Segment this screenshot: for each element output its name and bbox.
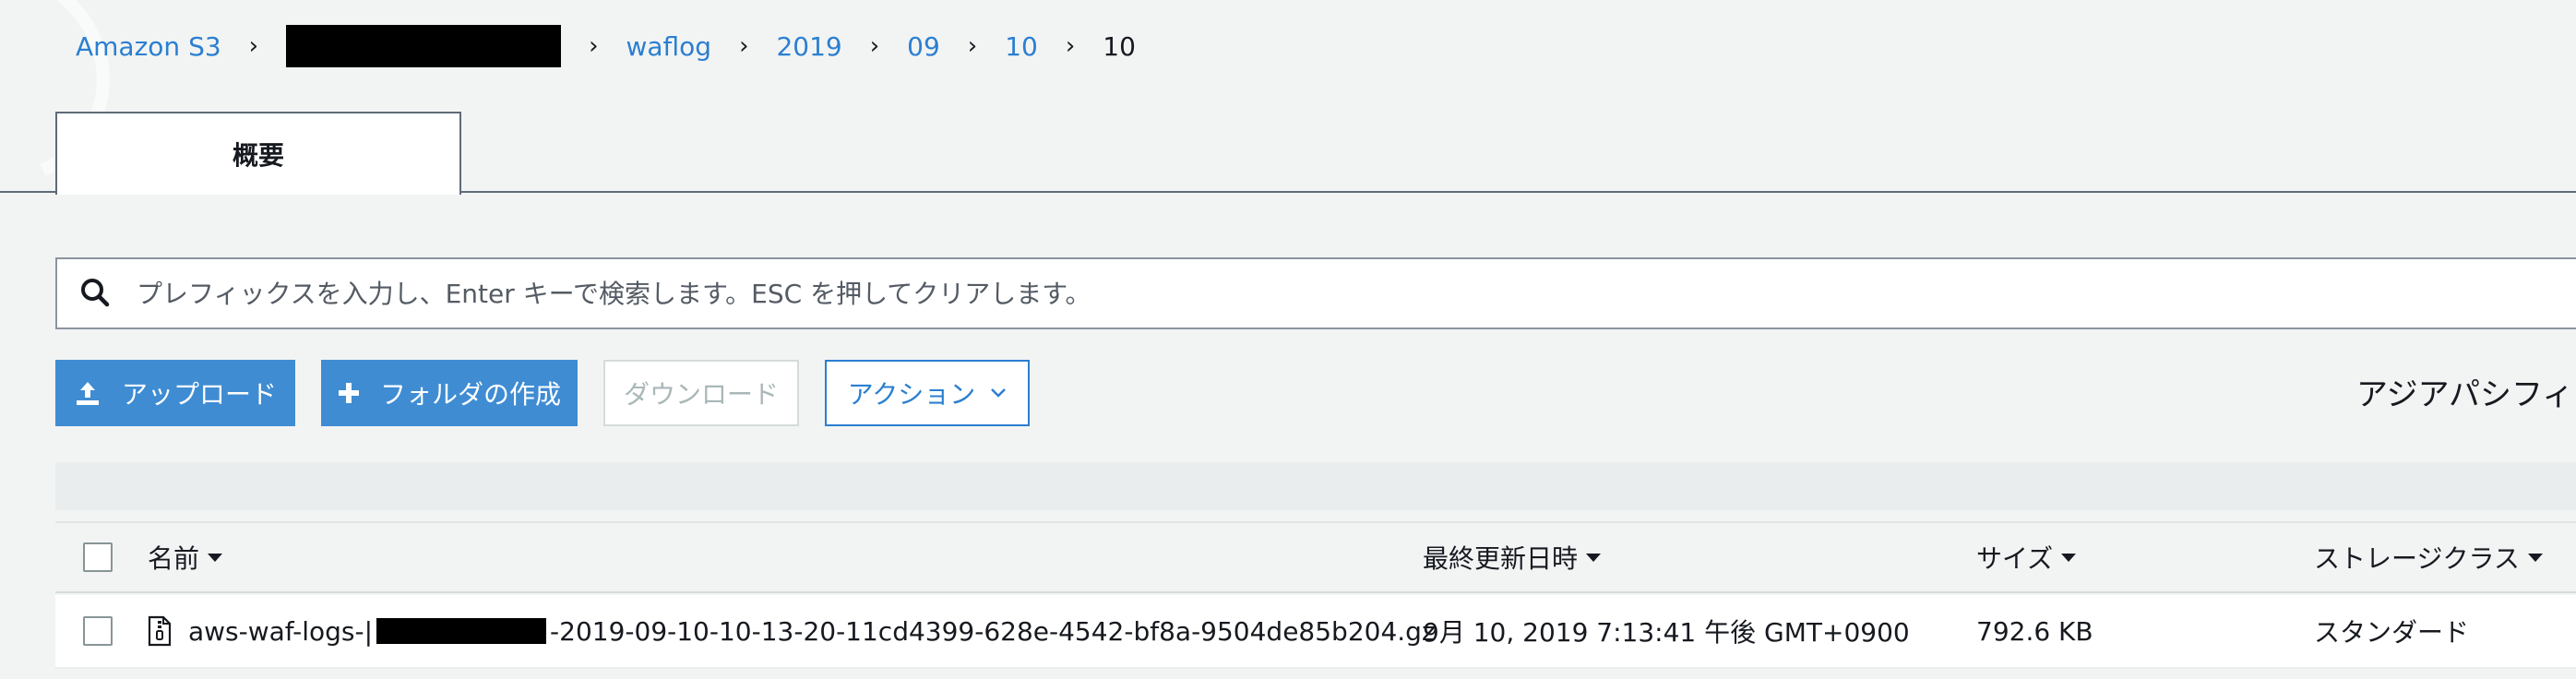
breadcrumb-link-year[interactable]: 2019 <box>776 31 841 62</box>
upload-button-label: アップロード <box>121 379 277 410</box>
cell-name: aws-waf-logs-| -2019-09-10-10-13-20-11cd… <box>148 615 1436 647</box>
sort-caret-icon[interactable] <box>1585 552 1602 563</box>
breadcrumb-link-waflog[interactable]: waflog <box>626 31 711 62</box>
cell-last-modified: 9月 10, 2019 7:13:41 午後 GMT+0900 <box>1423 617 1910 648</box>
chevron-right-icon: › <box>869 32 880 60</box>
search-box <box>55 257 2576 329</box>
column-header-last-modified-label: 最終更新日時 <box>1423 543 1579 574</box>
column-header-last-modified[interactable]: 最終更新日時 <box>1423 539 1602 576</box>
region-label: アジアパシフィ <box>2356 376 2574 413</box>
chevron-right-icon: › <box>589 32 599 60</box>
column-header-storage-class-label: ストレージクラス <box>2314 543 2520 574</box>
actions-button-label: アクション <box>847 379 976 410</box>
plus-icon <box>338 382 360 404</box>
actions-dropdown-button[interactable]: アクション <box>825 360 1030 426</box>
file-name-prefix: aws-waf-logs-| <box>188 615 374 647</box>
breadcrumb: Amazon S3 › › waflog › 2019 › 09 › 10 › … <box>76 22 1136 70</box>
chevron-right-icon: › <box>967 32 978 60</box>
breadcrumb-link-day[interactable]: 10 <box>1005 31 1038 62</box>
create-folder-button[interactable]: フォルダの作成 <box>321 360 578 426</box>
search-icon <box>79 277 113 310</box>
column-header-name[interactable]: 名前 <box>148 539 223 576</box>
search-input[interactable] <box>137 278 2576 309</box>
sort-caret-icon[interactable] <box>2527 552 2544 563</box>
upload-icon <box>74 379 101 407</box>
upload-button[interactable]: アップロード <box>55 360 295 426</box>
column-header-name-label: 名前 <box>148 543 200 574</box>
redacted-bucket-name[interactable] <box>286 25 562 67</box>
cell-storage-class: スタンダード <box>2314 617 2470 648</box>
zip-file-icon <box>148 615 172 647</box>
chevron-right-icon: › <box>1065 32 1076 60</box>
file-name-link[interactable]: aws-waf-logs-| -2019-09-10-10-13-20-11cd… <box>188 616 1436 647</box>
chevron-right-icon: › <box>739 32 749 60</box>
breadcrumb-current: 10 <box>1103 30 1136 62</box>
table-info-strip <box>55 462 2576 510</box>
chevron-down-icon <box>990 387 1007 399</box>
table-header: 名前 最終更新日時 サイズ ストレージクラス <box>55 521 2576 593</box>
select-all-checkbox[interactable] <box>83 542 113 572</box>
sort-caret-icon[interactable] <box>207 552 223 563</box>
column-header-size[interactable]: サイズ <box>1976 539 2077 576</box>
redacted-name-segment <box>376 618 547 644</box>
tab-overview[interactable]: 概要 <box>55 112 461 195</box>
download-button-label: ダウンロード <box>623 379 779 410</box>
sort-caret-icon[interactable] <box>2060 552 2077 563</box>
create-folder-button-label: フォルダの作成 <box>379 379 561 410</box>
column-header-storage-class[interactable]: ストレージクラス <box>2314 539 2544 576</box>
chevron-right-icon: › <box>248 32 259 60</box>
tab-bar: 概要 <box>0 112 2576 195</box>
cell-size: 792.6 KB <box>1976 615 2093 647</box>
column-header-size-label: サイズ <box>1976 543 2054 574</box>
table-row[interactable]: aws-waf-logs-| -2019-09-10-10-13-20-11cd… <box>55 595 2576 669</box>
row-checkbox[interactable] <box>83 616 113 646</box>
breadcrumb-root-link[interactable]: Amazon S3 <box>76 31 221 62</box>
breadcrumb-link-month[interactable]: 09 <box>907 31 940 62</box>
file-name-suffix: -2019-09-10-10-13-20-11cd4399-628e-4542-… <box>550 615 1436 647</box>
download-button[interactable]: ダウンロード <box>603 360 799 426</box>
